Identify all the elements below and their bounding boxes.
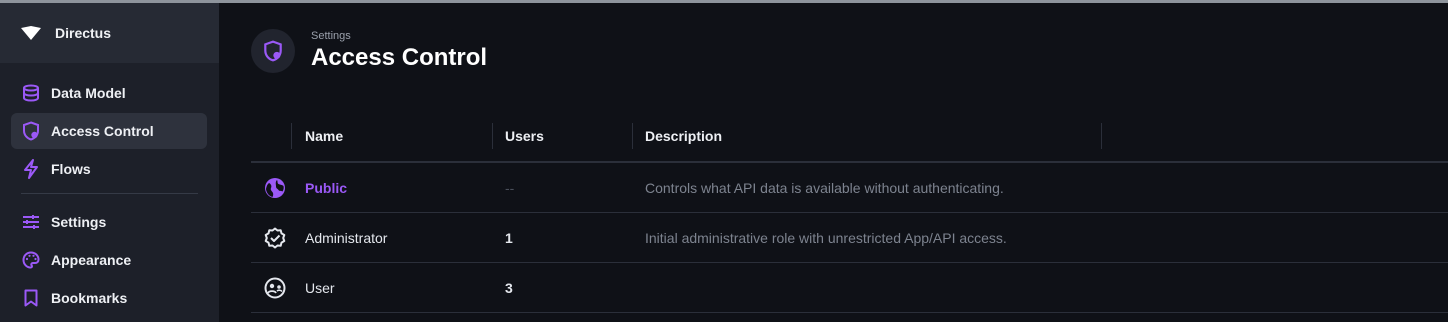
bookmark-icon [21, 288, 41, 308]
breadcrumb[interactable]: Settings [311, 30, 487, 42]
sidebar-item-flows[interactable]: Flows [11, 151, 207, 187]
directus-logo-icon [21, 26, 41, 40]
role-description: Controls what API data is available with… [645, 179, 1004, 196]
bolt-icon [21, 159, 41, 179]
app-window: Directus Data Model Access Control Flows… [0, 0, 1448, 322]
role-name: Public [305, 179, 348, 196]
sidebar-item-label: Bookmarks [51, 290, 128, 306]
sidebar-item-appearance[interactable]: Appearance [11, 242, 207, 278]
table-header: Name Users Description [251, 121, 1448, 163]
sidebar-item-label: Data Model [51, 85, 126, 101]
verified-badge-icon [263, 213, 287, 262]
header-text: Settings Access Control [311, 30, 487, 72]
sidebar-item-label: Appearance [51, 252, 132, 268]
column-header-users[interactable]: Users [492, 121, 544, 161]
sliders-icon [21, 212, 41, 232]
brand[interactable]: Directus [0, 3, 219, 63]
main-content: Settings Access Control Name Users Descr… [219, 3, 1448, 322]
column-separator[interactable] [1101, 123, 1102, 149]
sidebar-item-access-control[interactable]: Access Control [11, 113, 207, 149]
shield-lock-icon [21, 121, 41, 141]
brand-name: Directus [55, 25, 112, 41]
sidebar-divider [21, 193, 198, 194]
sidebar-item-data-model[interactable]: Data Model [11, 75, 207, 111]
database-icon [21, 83, 41, 103]
role-description: Initial administrative role with unrestr… [645, 229, 1007, 246]
sidebar-item-label: Settings [51, 214, 107, 230]
table-row[interactable]: Public -- Controls what API data is avai… [251, 163, 1448, 213]
table-row[interactable]: Administrator 1 Initial administrative r… [251, 213, 1448, 263]
user-group-icon [263, 263, 287, 312]
roles-table: Name Users Description Public -- Control… [251, 121, 1448, 313]
page-header: Settings Access Control [251, 29, 487, 73]
page-title: Access Control [311, 44, 488, 71]
role-users: -- [505, 179, 515, 196]
column-header-description[interactable]: Description [632, 121, 722, 161]
sidebar-item-settings[interactable]: Settings [11, 204, 207, 240]
sidebar-item-bookmarks[interactable]: Bookmarks [11, 280, 207, 316]
role-users: 3 [505, 279, 513, 296]
role-name: User [305, 279, 335, 296]
shield-lock-icon [251, 29, 295, 73]
globe-icon [263, 163, 287, 212]
role-users: 1 [505, 229, 513, 246]
palette-icon [21, 250, 41, 270]
sidebar: Directus Data Model Access Control Flows… [0, 3, 219, 322]
column-header-name[interactable]: Name [292, 121, 343, 161]
sidebar-nav: Data Model Access Control Flows Settings… [0, 63, 219, 316]
table-row[interactable]: User 3 [251, 263, 1448, 313]
sidebar-item-label: Access Control [51, 123, 154, 139]
role-name: Administrator [305, 229, 388, 246]
sidebar-item-label: Flows [51, 161, 91, 177]
